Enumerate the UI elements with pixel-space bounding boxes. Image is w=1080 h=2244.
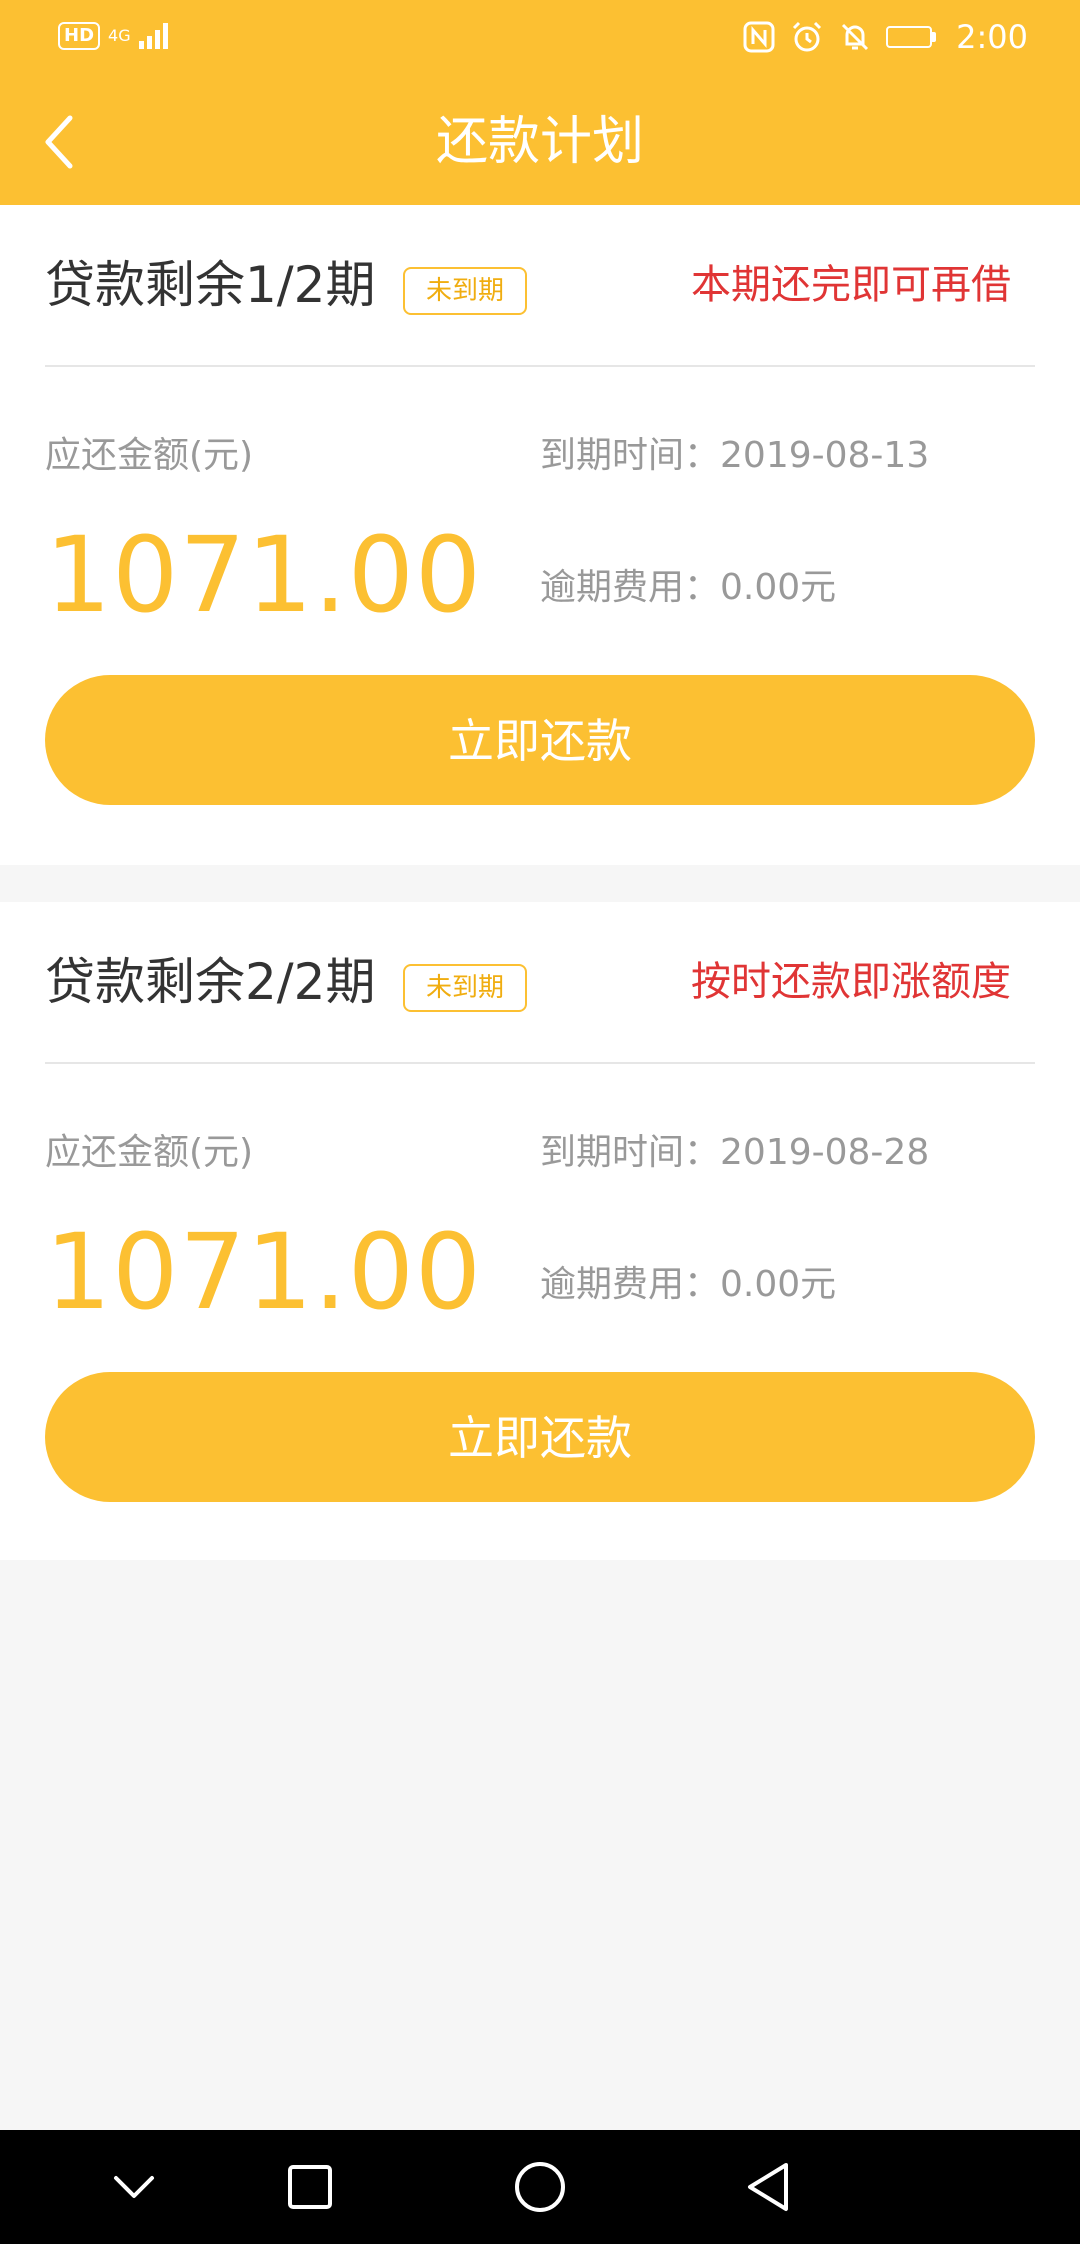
status-left: HD 4G (58, 22, 168, 50)
plan-card-header: 贷款剩余1/2期 未到期 本期还完即可再借 (45, 205, 1035, 367)
nav-hide-button[interactable] (94, 2152, 174, 2222)
mute-bell-icon (842, 23, 869, 51)
due-date-label: 到期时间： (540, 1132, 721, 1173)
plan-card-header: 贷款剩余2/2期 未到期 按时还款即涨额度 (45, 902, 1035, 1064)
overdue-fee-label: 逾期费用： (540, 567, 721, 608)
chevron-down-icon (114, 2176, 154, 2198)
battery-icon (886, 26, 937, 48)
circle-icon (515, 2162, 565, 2212)
due-date-row: 到期时间：2019-08-13 (540, 431, 929, 481)
page-title: 还款计划 (435, 112, 644, 172)
status-bar: HD 4G 2:00 (0, 0, 1080, 80)
app-header: HD 4G 2:00 还款计划 (0, 0, 1080, 205)
alarm-icon (793, 21, 822, 52)
amount-value: 1071.00 (45, 1211, 483, 1333)
due-date-row: 到期时间：2019-08-28 (540, 1128, 929, 1178)
repay-now-button[interactable]: 立即还款 (45, 675, 1035, 805)
status-time: 2:00 (956, 18, 1028, 56)
promo-text: 本期还完即可再借 (691, 262, 1011, 308)
triangle-back-icon (748, 2163, 788, 2211)
square-icon (288, 2165, 332, 2209)
nav-home-button[interactable] (500, 2152, 580, 2222)
repayment-plan-card: 贷款剩余2/2期 未到期 按时还款即涨额度 应还金额(元) 1071.00 到期… (0, 902, 1080, 1560)
amount-value: 1071.00 (45, 514, 483, 636)
nfc-icon (743, 21, 775, 53)
amount-label: 应还金额(元) (45, 1132, 254, 1173)
overdue-fee-row: 逾期费用：0.00元 (540, 1260, 836, 1310)
overdue-fee-row: 逾期费用：0.00元 (540, 563, 836, 613)
network-type-label: 4G (108, 26, 131, 45)
nav-back-button[interactable] (728, 2152, 808, 2222)
overdue-fee-value: 0.00元 (720, 567, 837, 608)
repayment-plan-card: 贷款剩余1/2期 未到期 本期还完即可再借 应还金额(元) 1071.00 到期… (0, 205, 1080, 865)
nav-recents-button[interactable] (270, 2152, 350, 2222)
period-title: 贷款剩余2/2期 (45, 953, 376, 1011)
signal-strength-icon (138, 23, 168, 49)
due-date-value: 2019-08-13 (720, 435, 930, 476)
due-date-label: 到期时间： (540, 435, 721, 476)
status-right: 2:00 (742, 18, 1028, 56)
promo-text: 按时还款即涨额度 (691, 959, 1011, 1005)
status-badge: 未到期 (403, 964, 527, 1012)
repay-now-button[interactable]: 立即还款 (45, 1372, 1035, 1502)
due-date-value: 2019-08-28 (720, 1132, 930, 1173)
hd-badge: HD (58, 22, 101, 50)
overdue-fee-label: 逾期费用： (540, 1264, 721, 1305)
overdue-fee-value: 0.00元 (720, 1264, 837, 1305)
period-title: 贷款剩余1/2期 (45, 256, 376, 314)
status-badge: 未到期 (403, 267, 527, 315)
system-nav-bar (0, 2130, 1080, 2244)
amount-label: 应还金额(元) (45, 435, 254, 476)
